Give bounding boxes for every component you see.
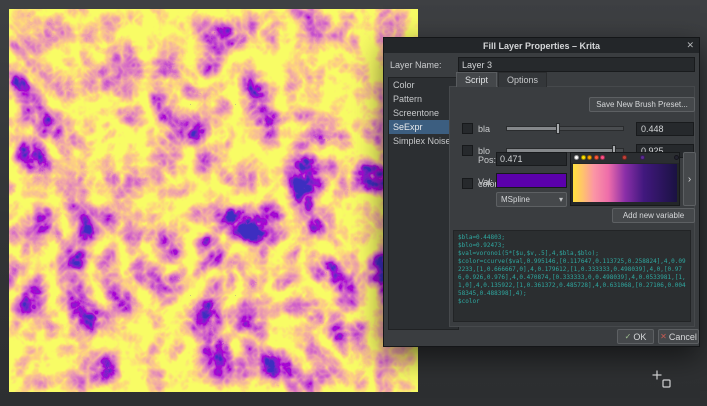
sidebar-item-screentone[interactable]: Screentone bbox=[389, 106, 458, 120]
script-line: $bla=0.44803; bbox=[458, 234, 686, 242]
gradient-stop-marker[interactable] bbox=[581, 155, 586, 160]
script-line: $blo=0.92473; bbox=[458, 242, 686, 250]
tab-options[interactable]: Options bbox=[498, 72, 547, 87]
move-crosshair-cursor bbox=[651, 369, 675, 391]
slider-handle[interactable] bbox=[556, 123, 560, 134]
gradient-next-button[interactable]: › bbox=[683, 152, 696, 206]
script-editor[interactable]: $bla=0.44803;$blo=0.92473;$val=voronoi(5… bbox=[453, 230, 691, 322]
gradient-preview[interactable] bbox=[573, 164, 677, 202]
gradient-editor[interactable] bbox=[570, 152, 680, 206]
script-line: $color=ccurve($val,0.995146,[0.117647,0.… bbox=[458, 258, 686, 298]
tab-script[interactable]: Script bbox=[456, 72, 497, 87]
gradient-stop-marker[interactable] bbox=[600, 155, 605, 160]
interpolation-value: MSpline bbox=[501, 195, 530, 204]
canvas-noise-preview[interactable] bbox=[9, 9, 418, 392]
cancel-button[interactable]: ✕ Cancel bbox=[658, 329, 699, 344]
variable-row: bla 0.448 bbox=[384, 122, 701, 136]
variable-value-bla[interactable]: 0.448 bbox=[636, 122, 694, 136]
sidebar-item-color[interactable]: Color bbox=[389, 78, 458, 92]
variable-checkbox-bla[interactable] bbox=[462, 123, 473, 134]
sidebar-item-pattern[interactable]: Pattern bbox=[389, 92, 458, 106]
pos-input[interactable] bbox=[496, 152, 567, 166]
cancel-button-label: Cancel bbox=[669, 332, 697, 342]
gradient-stops-strip bbox=[571, 153, 679, 163]
chevron-down-icon: ▾ bbox=[559, 193, 563, 206]
gradient-stop-marker[interactable] bbox=[674, 155, 679, 160]
layer-name-label: Layer Name: bbox=[390, 60, 442, 70]
ok-button-label: OK bbox=[633, 332, 646, 342]
val-color-swatch[interactable] bbox=[496, 173, 567, 188]
color-variable-checkbox[interactable] bbox=[462, 178, 473, 189]
val-label: Val: bbox=[478, 177, 493, 187]
gradient-stop-marker[interactable] bbox=[587, 155, 592, 160]
gradient-stop-marker[interactable] bbox=[640, 155, 645, 160]
close-icon[interactable]: ✕ bbox=[686, 40, 694, 51]
dialog-title: Fill Layer Properties – Krita bbox=[483, 41, 600, 51]
plasma-noise-image bbox=[9, 9, 418, 392]
gradient-stop-marker[interactable] bbox=[574, 155, 579, 160]
gradient-stop-marker[interactable] bbox=[622, 155, 627, 160]
add-new-variable-button[interactable]: Add new variable bbox=[612, 208, 695, 223]
gradient-stop-marker[interactable] bbox=[594, 155, 599, 160]
script-line: $val=voronoi(5*[$u,$v,.5],4,$bla,$blo); bbox=[458, 250, 686, 258]
ok-check-icon: ✓ bbox=[625, 332, 632, 341]
interpolation-combobox[interactable]: MSpline ▾ bbox=[496, 192, 567, 207]
script-line: $color bbox=[458, 298, 686, 306]
tab-bar: ScriptOptions bbox=[456, 71, 548, 87]
dialog-titlebar[interactable]: Fill Layer Properties – Krita ✕ bbox=[384, 38, 699, 53]
fill-layer-properties-dialog: Fill Layer Properties – Krita ✕ Layer Na… bbox=[383, 37, 700, 347]
variable-checkbox-blo[interactable] bbox=[462, 145, 473, 156]
variable-slider-bla[interactable] bbox=[506, 122, 624, 136]
layer-name-input[interactable] bbox=[458, 57, 695, 72]
slider-fill bbox=[507, 127, 559, 130]
cancel-x-icon: ✕ bbox=[660, 332, 667, 341]
ok-button[interactable]: ✓ OK bbox=[617, 329, 654, 344]
pos-label: Pos: bbox=[478, 155, 496, 165]
save-brush-preset-button[interactable]: Save New Brush Preset... bbox=[589, 97, 695, 112]
slider-groove bbox=[506, 126, 624, 131]
variable-name: bla bbox=[478, 124, 490, 134]
